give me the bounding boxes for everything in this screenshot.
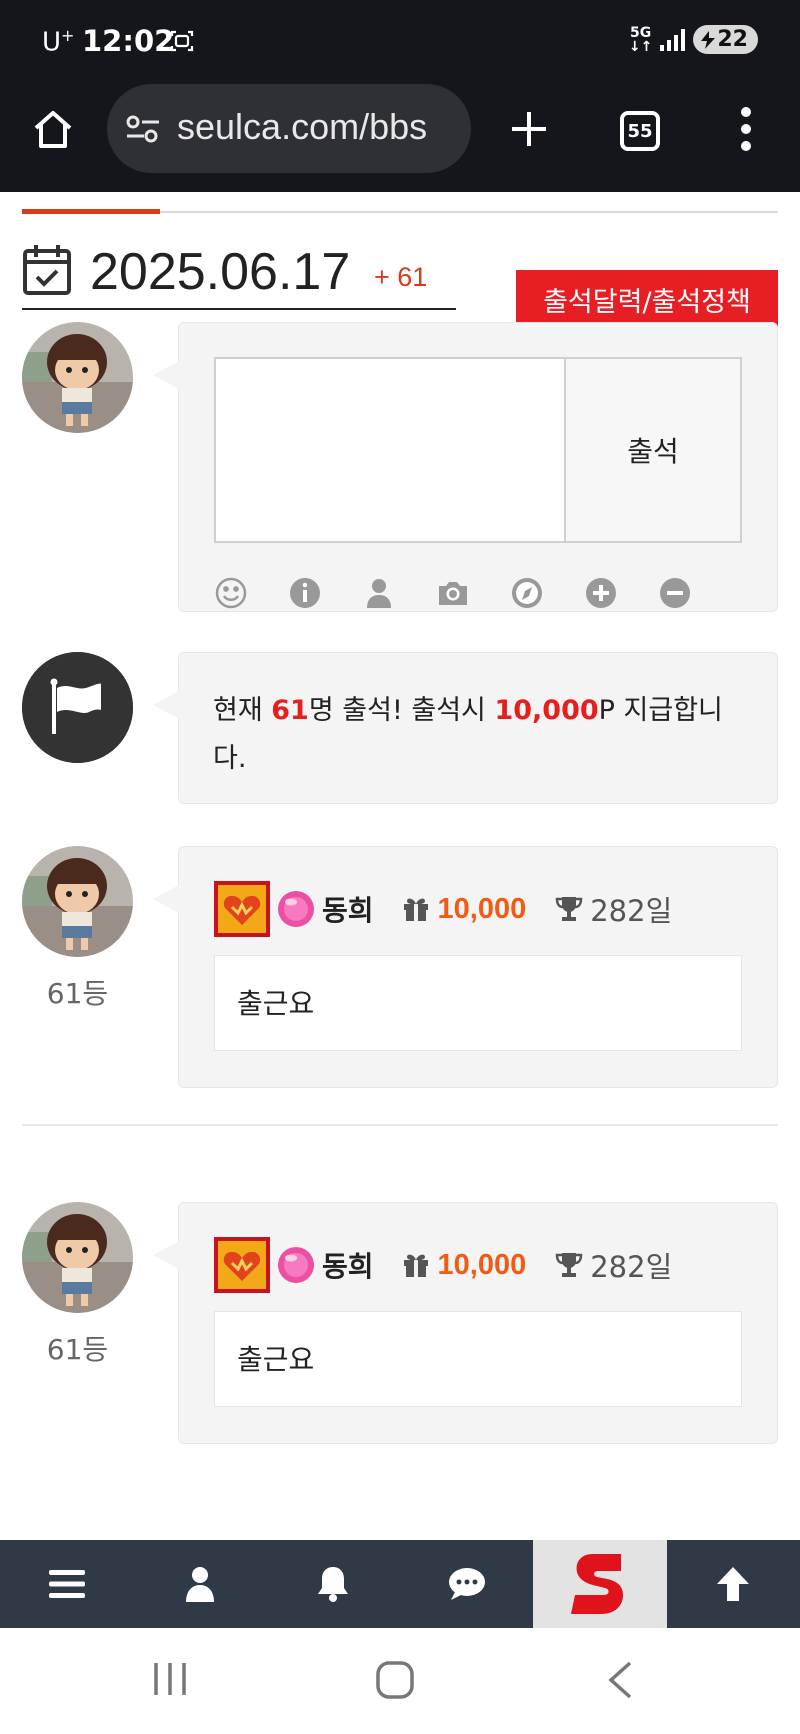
date-header: 2025.06.17 + 61	[22, 242, 456, 310]
active-tab-indicator	[22, 209, 160, 214]
new-tab-icon[interactable]	[508, 108, 550, 150]
username[interactable]: 동희	[322, 1245, 374, 1285]
tab-switcher-button[interactable]: 55	[620, 111, 660, 151]
notice-text: 현재 61명 출석! 출석시 10,000P 지급합니다.	[213, 695, 723, 774]
more-menu-icon[interactable]	[734, 106, 758, 152]
status-bar: U+ 12:02 5G ↓↑ 22	[0, 0, 800, 80]
attendance-rank: 61등	[46, 1333, 109, 1366]
notice-avatar	[22, 652, 133, 763]
address-bar[interactable]: seulca.com/bbs	[107, 84, 471, 173]
avatar	[22, 1202, 133, 1313]
emoji-tool[interactable]	[214, 573, 288, 613]
shrink-tool[interactable]	[658, 573, 732, 613]
page-content: 2025.06.17 + 61 출석달력/출석정책 출석 현재 61명 출석! …	[0, 192, 800, 1540]
back-icon[interactable]	[606, 1660, 634, 1700]
trophy-icon	[555, 897, 583, 921]
gift-icon	[403, 898, 428, 921]
bell-icon	[318, 1567, 349, 1602]
attendance-comment-input[interactable]	[214, 357, 564, 543]
bottom-navigation	[0, 1540, 800, 1628]
site-logo-button[interactable]	[533, 1540, 667, 1628]
arrow-up-icon	[717, 1567, 750, 1601]
menu-icon	[48, 1570, 85, 1598]
attendance-policy-button[interactable]: 출석달력/출석정책	[516, 270, 778, 328]
attendance-entry: 동희 10,000 282일 출근요	[153, 846, 778, 1088]
signal-icon	[660, 28, 686, 51]
info-tool[interactable]	[288, 573, 362, 613]
trophy-icon	[555, 1253, 583, 1277]
screenshot-icon	[170, 30, 194, 52]
points-value: 10,000	[437, 892, 527, 925]
user-icon	[185, 1567, 214, 1602]
calendar-check-icon	[23, 245, 71, 295]
user-icon	[367, 579, 391, 608]
menu-button[interactable]	[0, 1540, 133, 1628]
doll-avatar-image	[22, 846, 133, 957]
expand-tool[interactable]	[584, 573, 658, 613]
site-logo	[570, 1554, 623, 1614]
carrier-label: U+	[42, 26, 75, 58]
charging-icon	[701, 30, 716, 49]
gem-icon	[278, 1247, 314, 1283]
attendance-form: 출석	[153, 322, 778, 613]
plus-circle-icon	[586, 578, 616, 608]
camera-icon	[439, 582, 467, 605]
home-button-icon[interactable]	[375, 1660, 415, 1700]
attendance-days: 282일	[590, 894, 673, 928]
location-tool[interactable]	[510, 573, 584, 613]
minus-circle-icon	[660, 578, 690, 608]
user-tool[interactable]	[362, 573, 436, 613]
attendance-rank: 61등	[46, 977, 109, 1010]
flag-icon	[22, 652, 133, 763]
attend-button[interactable]: 출석	[564, 357, 742, 543]
notifications-button[interactable]	[267, 1540, 400, 1628]
profile-button[interactable]	[133, 1540, 266, 1628]
home-icon[interactable]	[32, 108, 74, 150]
battery-indicator: 22	[693, 25, 758, 54]
doll-avatar-image	[22, 1202, 133, 1313]
network-5g-icon: 5G ↓↑	[628, 24, 653, 55]
level-badge-icon	[214, 881, 270, 937]
avatar	[22, 322, 133, 433]
points-value: 10,000	[437, 1248, 527, 1281]
attendance-count: + 61	[374, 262, 428, 292]
entry-divider	[22, 1124, 778, 1126]
photo-tool[interactable]	[436, 573, 510, 613]
compass-icon	[512, 578, 542, 608]
site-settings-icon[interactable]	[125, 114, 161, 144]
system-navigation-bar	[0, 1628, 800, 1734]
gift-icon	[403, 1254, 428, 1277]
chat-icon	[448, 1568, 485, 1600]
entry-message: 출근요	[214, 1311, 742, 1407]
url-text: seulca.com/bbs	[177, 106, 428, 147]
smile-icon	[215, 577, 247, 609]
gem-icon	[278, 891, 314, 927]
avatar	[22, 846, 133, 957]
chat-button[interactable]	[400, 1540, 533, 1628]
doll-avatar-image	[22, 322, 133, 433]
scroll-top-button[interactable]	[667, 1540, 800, 1628]
level-badge-icon	[214, 1237, 270, 1293]
attendance-notice: 현재 61명 출석! 출석시 10,000P 지급합니다.	[153, 652, 778, 804]
entry-header: 동희 10,000 282일	[214, 881, 672, 937]
clock: 12:02	[82, 24, 175, 58]
attendance-entry: 동희 10,000 282일 출근요	[153, 1202, 778, 1444]
comment-toolbar	[214, 573, 732, 613]
info-icon	[290, 578, 320, 608]
entry-message: 출근요	[214, 955, 742, 1051]
attendance-date: 2025.06.17	[90, 243, 351, 301]
entry-header: 동희 10,000 282일	[214, 1237, 672, 1293]
attendance-days: 282일	[590, 1250, 673, 1284]
browser-toolbar: seulca.com/bbs 55	[0, 80, 800, 192]
recent-apps-icon[interactable]	[152, 1660, 188, 1698]
username[interactable]: 동희	[322, 889, 374, 929]
